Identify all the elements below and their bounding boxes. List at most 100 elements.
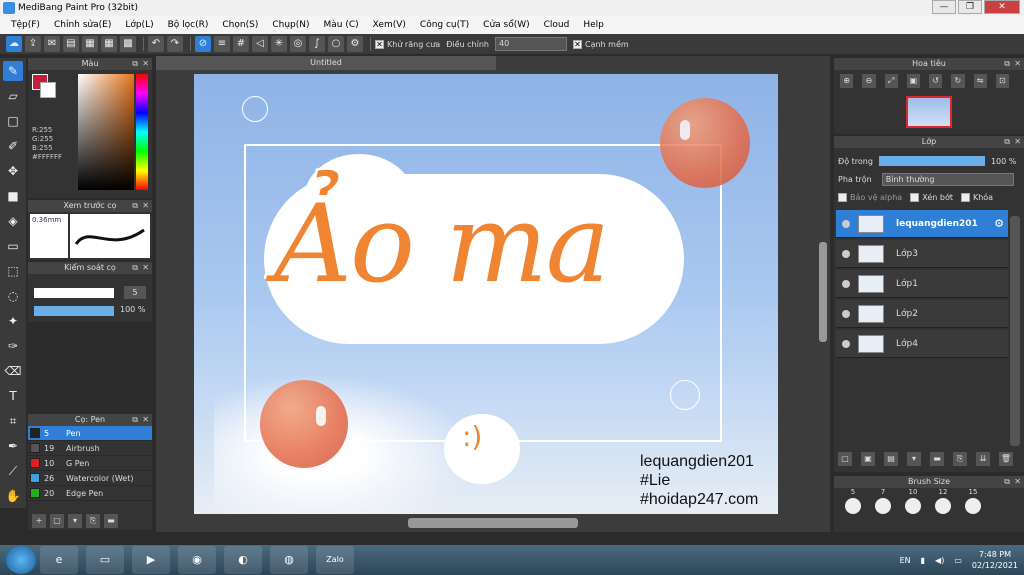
close-panel-icon[interactable]: ✕ (1014, 476, 1021, 488)
blend-mode-select[interactable]: Bình thường (881, 172, 1014, 186)
merge-layer-icon[interactable]: ⇊ (976, 452, 990, 466)
popout-icon[interactable]: ⧉ (1004, 136, 1010, 148)
menu-help[interactable]: Help (576, 20, 611, 30)
menu-capture[interactable]: Chụp(N) (265, 20, 316, 30)
gradient-tool-icon[interactable]: ▭ (3, 236, 23, 256)
layer-row[interactable]: Lớp1 (836, 270, 1008, 298)
visibility-icon[interactable] (842, 309, 850, 318)
layer-row[interactable]: lequangdien201 ⚙ (836, 210, 1008, 238)
menu-view[interactable]: Xem(V) (366, 20, 413, 30)
add-brush-icon[interactable]: + (32, 514, 46, 528)
flip-icon[interactable]: ⇋ (973, 74, 987, 88)
new-halftone-layer-icon[interactable]: ▣ (861, 452, 875, 466)
snap-ellipse-icon[interactable]: ○ (328, 36, 344, 52)
actual-size-icon[interactable]: ▣ (906, 74, 920, 88)
document-tab[interactable]: Untitled (156, 56, 496, 70)
language-indicator[interactable]: EN (900, 556, 911, 565)
menu-cloud[interactable]: Cloud (537, 20, 577, 30)
menu-edit[interactable]: Chỉnh sửa(E) (47, 20, 118, 30)
move-tool-icon[interactable]: ✥ (3, 161, 23, 181)
lock-icon[interactable]: ⊡ (995, 74, 1009, 88)
explorer-icon[interactable]: ▭ (86, 546, 124, 574)
export-icon[interactable]: ⇪ (25, 36, 41, 52)
select-eraser-icon[interactable]: ⌫ (3, 361, 23, 381)
snap-settings-icon[interactable]: ⚙ (347, 36, 363, 52)
close-panel-icon[interactable]: ✕ (142, 58, 149, 70)
layout-icon[interactable]: ▩ (120, 36, 136, 52)
maximize-button[interactable]: ❐ (958, 0, 982, 14)
visibility-icon[interactable] (842, 219, 850, 228)
menu-window[interactable]: Cửa sổ(W) (476, 20, 536, 30)
layer-menu-icon[interactable]: ▾ (907, 452, 921, 466)
text-tool-icon[interactable]: T (3, 386, 23, 406)
battery-icon[interactable]: ▭ (954, 556, 962, 565)
brush-size-preset[interactable]: 10 (898, 488, 928, 516)
brush-size-slider[interactable] (34, 288, 114, 298)
visibility-icon[interactable] (842, 279, 850, 288)
duplicate-layer-icon[interactable]: ⎘ (953, 452, 967, 466)
snap-grid-icon[interactable]: # (233, 36, 249, 52)
pen-item[interactable]: 5 Pen (28, 426, 152, 441)
visibility-icon[interactable] (842, 339, 850, 348)
menu-color[interactable]: Màu (C) (317, 20, 366, 30)
zalo-icon[interactable]: Zalo (316, 546, 354, 574)
medibang-icon[interactable]: ◍ (270, 546, 308, 574)
visibility-icon[interactable] (842, 249, 850, 258)
brush-size-preset[interactable]: 5 (838, 488, 868, 516)
menu-select[interactable]: Chọn(S) (215, 20, 265, 30)
vertical-scroll-thumb[interactable] (819, 242, 827, 342)
ie-icon[interactable]: e (40, 546, 78, 574)
media-icon[interactable]: ▶ (132, 546, 170, 574)
eraser-tool-icon[interactable]: ▱ (3, 86, 23, 106)
hand-tool-icon[interactable]: ✋ (3, 486, 23, 506)
clip-checkbox[interactable] (910, 192, 920, 202)
new-layer-icon[interactable]: ▢ (838, 452, 852, 466)
menu-layer[interactable]: Lớp(L) (118, 20, 160, 30)
undo-icon[interactable]: ↶ (148, 36, 164, 52)
menu-tools[interactable]: Công cụ(T) (413, 20, 476, 30)
horizontal-scrollbar[interactable] (156, 516, 830, 530)
network-icon[interactable]: ▮ (921, 556, 925, 565)
saturation-value-picker[interactable] (78, 74, 134, 190)
pen-item[interactable]: 10 G Pen (28, 456, 152, 471)
select-tool-icon[interactable]: ⬚ (3, 261, 23, 281)
minimize-button[interactable]: — (932, 0, 956, 14)
grid-icon[interactable]: ▦ (101, 36, 117, 52)
soft-edge-checkbox[interactable]: ✕ (572, 39, 582, 49)
close-panel-icon[interactable]: ✕ (1014, 58, 1021, 70)
chat-icon[interactable]: ✉ (44, 36, 60, 52)
close-panel-icon[interactable]: ✕ (1014, 136, 1021, 148)
delete-layer-icon[interactable]: 🗑 (999, 452, 1013, 466)
new-8bit-layer-icon[interactable]: ▤ (884, 452, 898, 466)
bucket-tool-icon[interactable]: ◈ (3, 211, 23, 231)
new-brush-icon[interactable]: ▢ (50, 514, 64, 528)
select-pen-icon[interactable]: ✑ (3, 336, 23, 356)
fill-rect-icon[interactable]: ■ (3, 186, 23, 206)
horizontal-scroll-thumb[interactable] (408, 518, 578, 528)
hue-slider[interactable] (136, 74, 148, 190)
brush-copy-icon[interactable]: ⎘ (86, 514, 100, 528)
layer-settings-icon[interactable]: ⚙ (994, 217, 1004, 230)
vertical-scrollbar[interactable] (818, 70, 828, 514)
layer-row[interactable]: Lớp3 (836, 240, 1008, 268)
zoom-in-icon[interactable]: ⊕ (840, 74, 854, 88)
divide-tool-icon[interactable]: ⌗ (3, 411, 23, 431)
adjust-select[interactable]: 40 (494, 37, 567, 51)
close-panel-icon[interactable]: ✕ (142, 262, 149, 274)
background-swatch[interactable] (40, 82, 56, 98)
brush-size-preset[interactable]: 12 (928, 488, 958, 516)
dot-tool-icon[interactable]: ✐ (3, 136, 23, 156)
protect-alpha-checkbox[interactable] (838, 192, 847, 202)
zoom-out-icon[interactable]: ⊖ (862, 74, 876, 88)
page-icon[interactable]: ▦ (82, 36, 98, 52)
antialias-checkbox[interactable]: ✕ (375, 39, 384, 49)
pen-item[interactable]: 19 Airbrush (28, 441, 152, 456)
pen-item[interactable]: 26 Watercolor (Wet) (28, 471, 152, 486)
menu-file[interactable]: Tệp(F) (4, 20, 47, 30)
lasso-tool-icon[interactable]: ◌ (3, 286, 23, 306)
close-button[interactable]: ✕ (984, 0, 1020, 14)
popout-icon[interactable]: ⧉ (132, 262, 138, 274)
brush-tool-icon[interactable]: ✎ (3, 61, 23, 81)
eyedropper-icon[interactable]: ✒ (3, 436, 23, 456)
snap-perspective-icon[interactable]: ◁ (252, 36, 268, 52)
